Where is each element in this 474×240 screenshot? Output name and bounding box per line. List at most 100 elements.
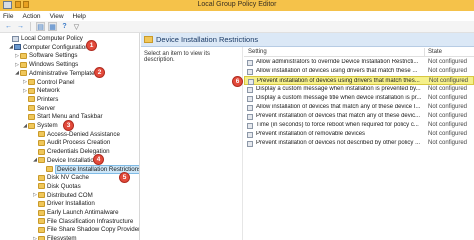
tree-item[interactable]: Audit Process Creation [32, 138, 110, 147]
policy-setting-icon [247, 132, 253, 138]
setting-row[interactable]: Display a custom message when installati… [244, 85, 474, 94]
tree-item-label: Network [37, 87, 60, 95]
tree-item-label: File Share Shadow Copy Provider [47, 226, 140, 234]
setting-name: Prevent installation of devices not desc… [256, 140, 421, 146]
tree-item-label: Printers [37, 95, 59, 103]
policy-setting-icon [247, 105, 253, 111]
tree-item-label: Device Installation [47, 156, 98, 164]
callout-badge: 2 [94, 67, 105, 78]
setting-row[interactable]: Display a custom message title when devi… [244, 94, 474, 103]
folder-icon [38, 192, 45, 199]
folder-icon [38, 148, 45, 155]
tree-item[interactable]: ▷ Control Panel [22, 78, 75, 87]
folder-icon [20, 70, 27, 77]
forward-arrow-icon[interactable]: → [16, 22, 25, 31]
policy-setting-icon [247, 123, 253, 129]
tree-item[interactable]: Disk NV Cache [32, 173, 89, 182]
tree-item[interactable]: ◢ Administrative Templates [14, 69, 98, 78]
tree-item-label: Software Settings [29, 52, 78, 60]
tree-item-label: Access-Denied Assistance [47, 130, 120, 138]
tree-item[interactable]: ◢ Device Installation [32, 156, 97, 165]
setting-state: Not configured [428, 104, 468, 110]
tree-item[interactable]: File Classification Infrastructure [32, 217, 133, 226]
setting-row[interactable]: Allow installation of devices that match… [244, 103, 474, 112]
tree-item[interactable]: Local Computer Policy [6, 34, 83, 43]
setting-row[interactable]: Prevent installation of devices using dr… [244, 76, 474, 85]
setting-row[interactable]: Allow administrators to override Device … [244, 58, 474, 67]
setting-state: Not configured [428, 59, 468, 65]
tree-item-label: Driver Installation [47, 200, 95, 208]
tree-item-label: Audit Process Creation [47, 139, 111, 147]
folder-icon [28, 96, 35, 103]
menu-view[interactable]: View [50, 13, 64, 20]
help-icon[interactable]: ? [60, 22, 69, 31]
toolbar-separator [30, 22, 31, 31]
tree-item[interactable]: ▷ Network [22, 86, 60, 95]
setting-row[interactable]: Time (in seconds) to force reboot when r… [244, 121, 474, 130]
tree-item[interactable]: ▷ Filesystem [32, 234, 77, 240]
properties-icon[interactable]: ▦ [48, 22, 57, 31]
folder-icon [38, 235, 45, 240]
tree-item-label: File Classification Infrastructure [47, 217, 134, 225]
tree-item[interactable]: Early Launch Antimalware [32, 208, 119, 217]
setting-row[interactable]: Prevent installation of removable device… [244, 130, 474, 139]
column-separator[interactable] [424, 48, 425, 57]
setting-state: Not configured [428, 131, 468, 137]
filter-icon[interactable]: ▽ [72, 22, 81, 31]
setting-name: Display a custom message title when devi… [256, 95, 422, 101]
callout-badge: 4 [93, 154, 104, 165]
tree-item-label: Control Panel [37, 78, 75, 86]
details-header: Device Installation Restrictions [141, 33, 474, 47]
tree-item[interactable]: Driver Installation [32, 199, 95, 208]
tree-item[interactable]: ▷ Software Settings [14, 51, 78, 60]
tree-item[interactable]: ▷ Windows Settings [14, 60, 78, 69]
tree-item[interactable]: Access-Denied Assistance [32, 130, 120, 139]
policy-setting-icon [247, 141, 253, 147]
settings-header: Setting State [244, 48, 474, 57]
tree-item[interactable]: ◢ Computer Configuration [8, 43, 89, 52]
menu-action[interactable]: Action [22, 13, 40, 20]
tree-item-label: Server [37, 104, 56, 112]
folder-icon [38, 209, 45, 216]
show-hide-tree-icon[interactable]: ▤ [36, 22, 45, 31]
back-arrow-icon[interactable]: ← [4, 22, 13, 31]
tree-item[interactable]: ▷ Distributed COM [32, 191, 93, 200]
pane-divider [242, 47, 243, 240]
tree-item-label: Early Launch Antimalware [47, 209, 119, 216]
tree-item[interactable]: Start Menu and Taskbar [22, 112, 103, 121]
setting-row[interactable]: Prevent installation of devices that mat… [244, 112, 474, 121]
menu-bar: File Action View Help [0, 11, 474, 21]
folder-icon [20, 61, 27, 68]
tree-item-label: Disk NV Cache [47, 174, 89, 182]
folder-icon [38, 174, 45, 181]
column-header-setting[interactable]: Setting [248, 49, 267, 55]
computer-icon [14, 44, 21, 51]
folder-icon [28, 87, 35, 94]
tree-item[interactable]: Disk Quotas [32, 182, 81, 191]
column-header-state[interactable]: State [428, 49, 442, 55]
menu-file[interactable]: File [3, 13, 13, 20]
title-bar: Local Group Policy Editor [0, 0, 474, 11]
tree-item-label: System [37, 122, 58, 129]
tree-item-label: Disk Quotas [47, 182, 81, 190]
folder-icon [28, 79, 35, 85]
policy-tree: Local Computer Policy ◢ Computer Configura… [0, 33, 140, 240]
folder-icon [144, 36, 153, 43]
callout-badge: 5 [119, 172, 130, 183]
policy-setting-icon [247, 114, 253, 120]
tree-item[interactable]: File Share Shadow Copy Provider [32, 225, 140, 234]
folder-icon [28, 105, 35, 112]
folder-icon [28, 113, 35, 120]
folder-icon [38, 139, 45, 146]
tree-item-label: Administrative Templates [29, 69, 98, 77]
tree-item[interactable]: Server [22, 104, 55, 113]
policy-setting-icon [247, 96, 253, 102]
tree-item[interactable]: Printers [22, 95, 58, 104]
tree-item[interactable]: ◢ System [22, 121, 58, 130]
setting-row[interactable]: Allow installation of devices using driv… [244, 67, 474, 76]
setting-row[interactable]: Prevent installation of devices not desc… [244, 139, 474, 148]
tree-item-label: Distributed COM [47, 191, 93, 199]
setting-name: Time (in seconds) to force reboot when r… [256, 122, 419, 128]
menu-help[interactable]: Help [73, 13, 86, 20]
folder-icon [38, 157, 45, 164]
